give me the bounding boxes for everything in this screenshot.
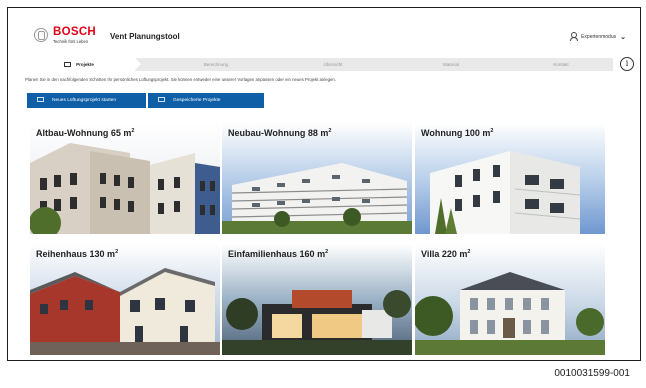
template-tile-altbau[interactable]: Altbau-Wohnung 65 m2 [30,123,220,234]
tile-size: 130 m [89,249,116,259]
header: BOSCH Technik fürs Leben Vent Planungsto… [8,8,640,52]
app-title: Vent Planungstool [110,32,180,41]
tile-size-unit: 2 [467,249,471,255]
step-navigation: Projekte Berechnung Übersicht Material K… [23,58,613,71]
intro-text: Planen Sie in den nachfolgenden Schritte… [25,77,337,82]
folder-icon [64,61,72,67]
tile-label: Wohnung 100 m2 [421,128,493,138]
tile-label: Reihenhaus 130 m2 [36,249,118,259]
wohnung-building-image [415,123,605,234]
info-icon[interactable]: i [620,57,634,71]
bosch-logo-icon [34,28,48,42]
tile-name: Altbau-Wohnung [36,128,109,138]
step-uebersicht[interactable]: Übersicht [273,58,393,71]
tile-size: 65 m [110,128,132,138]
step-projekte[interactable]: Projekte [23,58,141,71]
saved-projects-label: Gespeicherte Projekte [173,98,221,103]
step-berechnung[interactable]: Berechnung [161,58,271,71]
tile-size: 88 m [307,128,329,138]
app-window: BOSCH Technik fürs Leben Vent Planungsto… [7,7,641,361]
user-icon [569,32,578,42]
template-tile-reihenhaus[interactable]: Reihenhaus 130 m2 [30,244,220,355]
tile-name: Einfamilienhaus [228,249,298,259]
template-tile-villa[interactable]: Villa 220 m2 [415,244,605,355]
step-label: Berechnung [203,62,229,67]
step-label: Material [442,62,459,67]
step-label: Projekte [76,62,94,67]
reihenhaus-building-image [30,244,220,355]
new-project-label: Neues Lüftungsprojekt starten [52,98,116,103]
brand-tagline: Technik fürs Leben [53,39,89,44]
tile-label: Einfamilienhaus 160 m2 [228,249,328,259]
step-label: Kontakt [553,62,569,67]
tile-name: Neubau-Wohnung [228,128,306,138]
new-project-button[interactable]: Neues Lüftungsprojekt starten [27,93,146,108]
template-tile-einfamilienhaus[interactable]: Einfamilienhaus 160 m2 [222,244,412,355]
expert-mode-label: Expertenmodus [581,33,617,40]
tile-label: Neubau-Wohnung 88 m2 [228,128,331,138]
document-code: 0010031599-001 [554,368,630,379]
villa-building-image [415,244,605,355]
step-material[interactable]: Material [395,58,507,71]
tile-size-unit: 2 [131,128,135,134]
monitor-icon [158,97,165,102]
einfamilienhaus-building-image [222,244,412,355]
template-tile-neubau[interactable]: Neubau-Wohnung 88 m2 [222,123,412,234]
template-tile-wohnung[interactable]: Wohnung 100 m2 [415,123,605,234]
tile-size: 220 m [441,249,468,259]
altbau-building-image [30,123,220,234]
tile-label: Altbau-Wohnung 65 m2 [36,128,134,138]
tile-name: Reihenhaus [36,249,88,259]
tile-size-unit: 2 [115,249,119,255]
monitor-icon [37,97,44,102]
step-kontakt[interactable]: Kontakt [509,58,613,71]
saved-projects-button[interactable]: Gespeicherte Projekte [148,93,264,108]
step-label: Übersicht [323,62,343,67]
tile-name: Wohnung [421,128,463,138]
tile-size-unit: 2 [328,128,332,134]
tile-size: 160 m [299,249,326,259]
neubau-building-image [222,123,412,234]
tile-label: Villa 220 m2 [421,249,470,259]
chevron-down-icon: ⌄ [620,33,626,41]
tile-size-unit: 2 [325,249,329,255]
tile-size: 100 m [464,128,491,138]
expert-mode-menu[interactable]: Expertenmodus ⌄ [569,32,626,42]
tile-name: Villa [421,249,440,259]
tile-size-unit: 2 [490,128,494,134]
brand-name: BOSCH [53,26,97,38]
